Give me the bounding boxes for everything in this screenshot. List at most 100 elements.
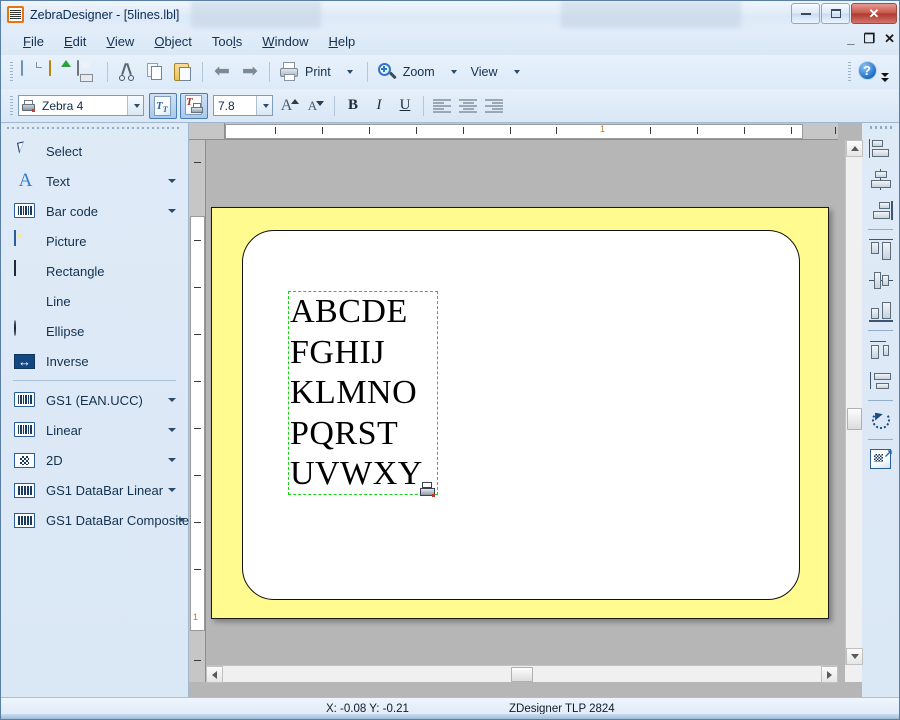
- paste-button[interactable]: [169, 59, 197, 85]
- text-object[interactable]: ABCDE FGHIJ KLMNO PQRST UVWXY: [288, 291, 438, 497]
- chevron-down-icon[interactable]: [168, 398, 176, 402]
- rotate-button[interactable]: [864, 405, 898, 435]
- menu-item-object[interactable]: Object: [144, 31, 202, 52]
- underline-button[interactable]: U: [392, 93, 418, 119]
- tool-gs1-databar-linear[interactable]: GS1 DataBar Linear: [1, 475, 188, 505]
- minimize-button[interactable]: [791, 3, 820, 24]
- help-button[interactable]: ?: [853, 59, 881, 85]
- chevron-down-icon[interactable]: [168, 428, 176, 432]
- tool-line[interactable]: Line: [1, 286, 188, 316]
- menu-item-file[interactable]: File: [13, 31, 54, 52]
- view-dropdown[interactable]: [503, 59, 529, 85]
- tool-2d[interactable]: 2D: [1, 445, 188, 475]
- chevron-down-icon[interactable]: [127, 96, 143, 115]
- menu-item-tools[interactable]: Tools: [202, 31, 252, 52]
- menu-item-view[interactable]: View: [96, 31, 144, 52]
- align-toolbar-divider: [868, 400, 893, 401]
- close-button[interactable]: ✕: [851, 3, 897, 24]
- vertical-scroll-thumb[interactable]: [847, 408, 862, 430]
- vertical-scrollbar[interactable]: [845, 140, 863, 665]
- new-button[interactable]: [18, 59, 46, 85]
- help-toolbar-grip[interactable]: [848, 62, 851, 82]
- scroll-left-button[interactable]: [206, 666, 223, 683]
- mdi-close-button[interactable]: ✕: [884, 32, 895, 45]
- align-middle-objects-button[interactable]: [864, 265, 898, 295]
- menu-item-edit[interactable]: Edit: [54, 31, 96, 52]
- printer-font-toggle[interactable]: T: [180, 92, 208, 119]
- tool-rectangle[interactable]: Rectangle: [1, 256, 188, 286]
- horizontal-scrollbar[interactable]: [206, 665, 838, 683]
- align-center-button[interactable]: [455, 93, 481, 119]
- align-center-icon: [459, 98, 477, 113]
- toolbox-grip[interactable]: [7, 123, 182, 133]
- tool-barcode[interactable]: Bar code: [1, 196, 188, 226]
- chevron-down-icon[interactable]: [168, 179, 176, 183]
- toolbar-grip[interactable]: [10, 62, 13, 82]
- tool-picture[interactable]: Picture: [1, 226, 188, 256]
- text-object-toggle[interactable]: TT: [149, 92, 177, 119]
- menu-help-rest: elp: [337, 34, 356, 49]
- background-window-ghost-2: [561, 1, 741, 28]
- align-left-objects-button[interactable]: [864, 133, 898, 163]
- zoom-dropdown[interactable]: [440, 59, 466, 85]
- align-objects-right-icon: [869, 200, 893, 221]
- chevron-down-icon[interactable]: [256, 96, 272, 115]
- menu-item-window[interactable]: Window: [252, 31, 318, 52]
- mdi-restore-button[interactable]: ❐: [863, 32, 875, 45]
- chevron-down-icon[interactable]: [168, 488, 176, 492]
- bold-button[interactable]: B: [340, 93, 366, 119]
- scroll-right-button[interactable]: [821, 666, 838, 683]
- printer-font-icon: T: [183, 94, 205, 117]
- align-left-button[interactable]: [429, 93, 455, 119]
- redo-button[interactable]: ➡: [236, 59, 264, 85]
- save-button[interactable]: [74, 59, 102, 85]
- maximize-button[interactable]: [821, 3, 850, 24]
- format-toolbar-grip[interactable]: [10, 95, 13, 116]
- tool-text[interactable]: A Text: [1, 166, 188, 196]
- scroll-up-button[interactable]: [846, 140, 863, 157]
- chevron-down-icon[interactable]: [168, 458, 176, 462]
- align-bottom-objects-button[interactable]: [864, 296, 898, 326]
- grow-font-button[interactable]: A: [277, 93, 303, 119]
- label-sheet[interactable]: ABCDE FGHIJ KLMNO PQRST UVWXY: [211, 207, 829, 619]
- toolbar-overflow-button[interactable]: [881, 59, 889, 85]
- window-controls: ✕: [790, 3, 897, 24]
- align-right-button[interactable]: [481, 93, 507, 119]
- align-top-objects-button[interactable]: [864, 234, 898, 264]
- chevron-down-icon[interactable]: [177, 518, 185, 522]
- align-toolbar-grip[interactable]: [870, 126, 892, 129]
- align-right-objects-button[interactable]: [864, 195, 898, 225]
- mdi-minimize-button[interactable]: _: [847, 32, 854, 45]
- horizontal-scroll-thumb[interactable]: [511, 667, 533, 682]
- cut-button[interactable]: [113, 59, 141, 85]
- zoom-button[interactable]: Zoom: [373, 59, 440, 85]
- underline-icon: U: [399, 97, 411, 113]
- label-media-area[interactable]: ABCDE FGHIJ KLMNO PQRST UVWXY: [242, 230, 800, 600]
- chevron-down-icon[interactable]: [168, 209, 176, 213]
- tool-linear[interactable]: Linear: [1, 415, 188, 445]
- printer-select[interactable]: Zebra 4: [18, 95, 144, 116]
- align-center-objects-button[interactable]: [864, 164, 898, 194]
- copy-button[interactable]: [141, 59, 169, 85]
- shrink-font-button[interactable]: A: [303, 93, 329, 119]
- tool-gs1-databar-composite[interactable]: GS1 DataBar Composite: [1, 505, 189, 535]
- object-properties-button[interactable]: ↗: [864, 444, 898, 474]
- distribute-horizontal-button[interactable]: [864, 335, 898, 365]
- view-button[interactable]: View: [466, 59, 503, 85]
- tool-ellipse[interactable]: Ellipse: [1, 316, 188, 346]
- print-dropdown[interactable]: [336, 59, 362, 85]
- tool-inverse[interactable]: Inverse: [1, 346, 188, 376]
- font-size-input[interactable]: 7.8: [213, 95, 273, 116]
- distribute-vertical-button[interactable]: [864, 366, 898, 396]
- open-button[interactable]: [46, 59, 74, 85]
- print-button[interactable]: Print: [275, 59, 336, 85]
- tool-gs1-ean-ucc[interactable]: GS1 (EAN.UCC): [1, 385, 188, 415]
- tool-label: Bar code: [46, 203, 99, 219]
- scroll-down-button[interactable]: [846, 648, 863, 665]
- text-line: UVWXY: [290, 455, 423, 492]
- menu-item-help[interactable]: Help: [319, 31, 366, 52]
- label-canvas[interactable]: ABCDE FGHIJ KLMNO PQRST UVWXY: [207, 141, 838, 682]
- italic-button[interactable]: I: [366, 93, 392, 119]
- undo-button[interactable]: ⬅: [208, 59, 236, 85]
- tool-select[interactable]: Select: [1, 136, 188, 166]
